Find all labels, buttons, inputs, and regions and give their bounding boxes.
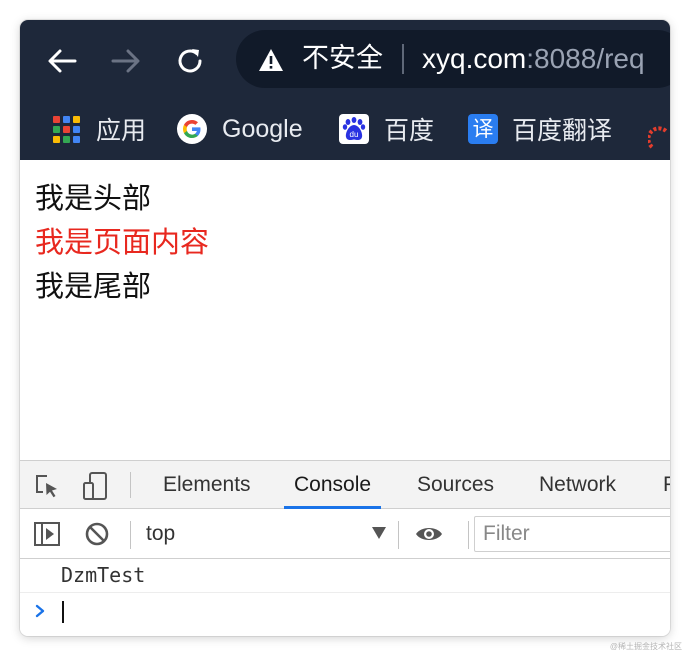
dropdown-arrow-icon <box>372 527 386 539</box>
tab-sources[interactable]: Sources <box>407 461 504 509</box>
inspect-element-button[interactable] <box>32 471 62 501</box>
toolbar-divider <box>130 521 131 549</box>
toolbar-divider <box>398 521 399 549</box>
tab-performance-partial[interactable]: P <box>653 461 670 509</box>
bookmark-baidu[interactable]: du 百度 <box>338 108 434 150</box>
arrow-right-icon <box>111 49 140 73</box>
baidu-icon: du <box>338 113 370 145</box>
sidebar-play-icon <box>34 522 60 546</box>
context-value: top <box>146 522 176 545</box>
page-footer-text: 我是尾部 <box>35 269 152 303</box>
devtools-tabbar: Elements Console Sources Network P <box>20 461 670 509</box>
context-select[interactable]: top <box>146 519 386 549</box>
console-prompt[interactable] <box>20 593 670 633</box>
filter-input[interactable] <box>474 516 670 552</box>
clear-console-button[interactable] <box>82 519 112 549</box>
bookmark-label: Google <box>222 114 303 143</box>
console-toolbar: top <box>20 509 670 559</box>
reload-button[interactable] <box>168 39 212 83</box>
bookmark-fanyi[interactable]: 译 百度翻译 <box>468 108 612 150</box>
url-text[interactable]: xyq.com:8088/req <box>422 42 645 76</box>
warning-icon[interactable] <box>258 48 284 72</box>
console-log-row: DzmTest <box>20 559 670 593</box>
browser-toolbar: 不安全 xyq.com:8088/req <box>20 20 670 98</box>
tab-elements[interactable]: Elements <box>153 461 261 509</box>
bookmark-apps[interactable]: 应用 <box>50 108 146 150</box>
forward-button[interactable] <box>104 39 148 83</box>
url-host: xyq.com <box>422 43 527 74</box>
bookmarks-bar: 应用 Google du 百度 译 百度翻译 <box>20 98 670 160</box>
toolbar-divider <box>130 472 131 498</box>
live-expression-button[interactable] <box>414 519 444 549</box>
page-viewport: 我是头部 我是页面内容 我是尾部 <box>20 160 670 460</box>
fanyi-icon: 译 <box>468 114 498 144</box>
security-label[interactable]: 不安全 <box>302 42 383 76</box>
apps-grid-icon <box>50 113 82 145</box>
tab-network[interactable]: Network <box>529 461 626 509</box>
reload-icon <box>178 49 202 73</box>
bookmark-google[interactable]: Google <box>176 108 303 150</box>
browser-window: 不安全 xyq.com:8088/req 应用 Google du 百度 译 百… <box>20 20 670 636</box>
bookmark-label: 百度 <box>384 116 435 145</box>
devtools-panel: Elements Console Sources Network P <box>20 460 670 636</box>
svg-text:du: du <box>350 130 359 139</box>
address-divider <box>402 44 404 74</box>
tab-console-label: Console <box>294 473 372 496</box>
show-sidebar-button[interactable] <box>32 519 62 549</box>
fanyi-icon-glyph: 译 <box>472 117 494 141</box>
toolbar-divider <box>468 521 469 549</box>
tab-console[interactable]: Console <box>284 461 382 509</box>
bookmark-label: 百度翻译 <box>512 116 613 145</box>
google-icon <box>176 113 208 145</box>
bookmark-more[interactable] <box>648 116 670 158</box>
url-path: :8088/req <box>526 43 645 74</box>
device-icon <box>83 472 107 500</box>
address-bar[interactable]: 不安全 xyq.com:8088/req <box>236 30 670 88</box>
arrow-left-icon <box>48 49 77 73</box>
device-toolbar-button[interactable] <box>80 471 110 501</box>
chevron-right-icon <box>35 604 45 618</box>
eye-icon <box>416 528 442 540</box>
page-header-text: 我是头部 <box>35 181 152 215</box>
watermark: @稀土掘金技术社区 <box>609 642 682 651</box>
inspect-cursor-icon <box>36 475 57 498</box>
bookmark-label: 应用 <box>96 116 147 145</box>
partial-bookmark-icon <box>648 126 668 149</box>
text-caret <box>62 601 64 623</box>
back-button[interactable] <box>40 39 84 83</box>
block-icon <box>85 522 109 546</box>
console-log-text: DzmTest <box>61 563 146 587</box>
page-content-text: 我是页面内容 <box>35 225 210 259</box>
